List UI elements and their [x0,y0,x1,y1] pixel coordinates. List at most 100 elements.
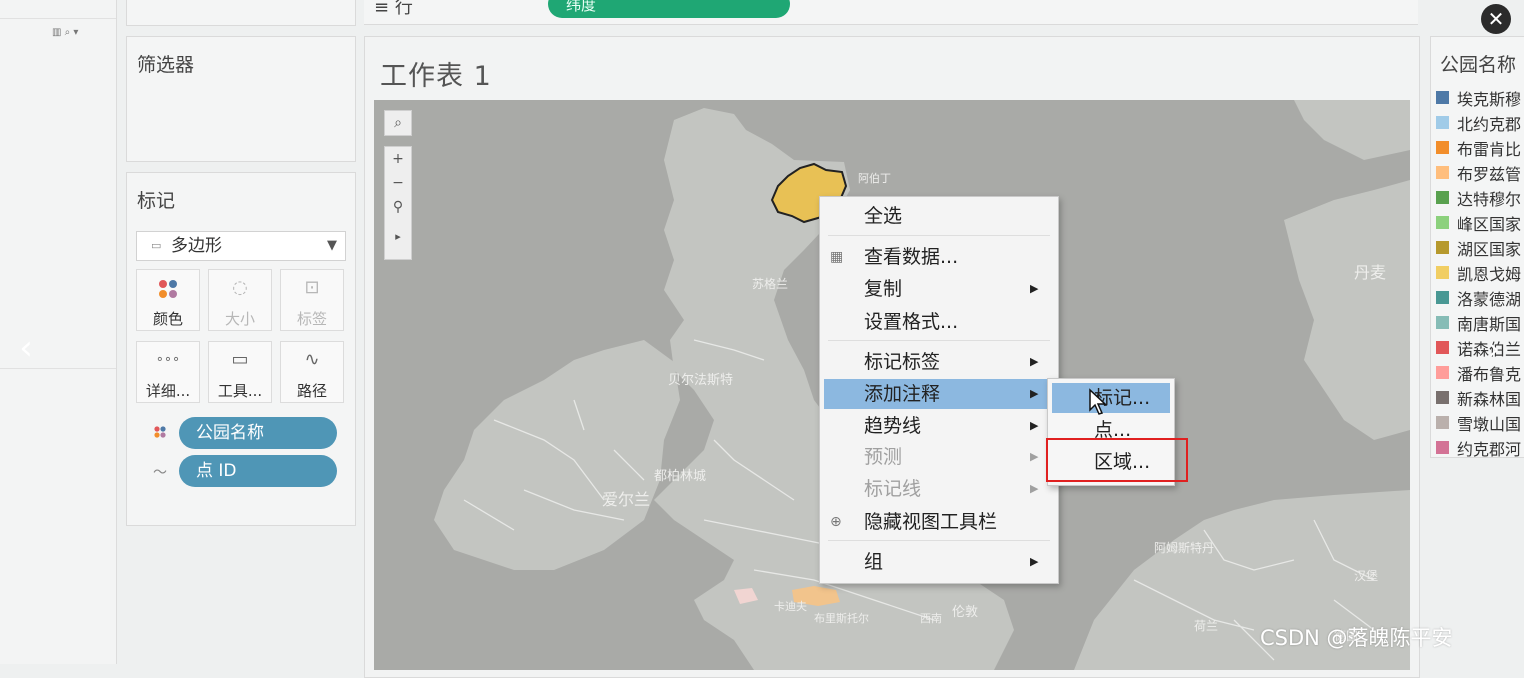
color-button[interactable]: 颜色 [136,269,200,331]
map-label-bristol: 布里斯托尔 [814,611,869,625]
menu-item-label: 全选 [864,205,903,227]
point-id-pill-label: 点 ID [196,461,237,481]
divider [0,368,116,369]
next-slide-icon[interactable]: › [1480,330,1508,370]
context-menu: 全选 ▦ 查看数据... 复制 ▶ 设置格式... 标记标签 ▶ 添加注释 ▶ 趋势线 ▶… [819,196,1059,584]
submenu-arrow-icon: ▶ [1030,355,1039,368]
legend-item-label: 峰区国家 [1457,215,1522,234]
map-label-netherlands: 荷兰 [1194,619,1218,633]
color-dots-icon [137,278,199,305]
norway-landmass [1294,100,1410,160]
submenu-arrow-icon: ▶ [1030,282,1039,295]
legend-item-label: 北约克郡 [1457,115,1522,134]
pages-shelf [126,0,356,26]
menu-item-trend-lines[interactable]: 趋势线 ▶ [820,411,1058,441]
menu-item-view-data[interactable]: ▦ 查看数据... [820,242,1058,272]
menu-item-mark-labels[interactable]: 标记标签 ▶ [820,347,1058,377]
menu-item-group[interactable]: 组 ▶ [820,547,1058,577]
legend-swatch [1436,216,1449,229]
mouse-cursor-icon [1088,388,1108,420]
legend-swatch [1436,91,1449,104]
menu-item-reference-line: 标记线 ▶ [820,474,1058,504]
park-name-pill-label: 公园名称 [196,423,264,443]
expand-toolbar-icon[interactable]: ▸ [385,219,411,255]
filters-card[interactable]: 筛选器 [126,36,356,162]
menu-item-copy[interactable]: 复制 ▶ [820,274,1058,304]
legend-swatch [1436,341,1449,354]
legend-item-label: 湖区国家 [1457,240,1522,259]
highlight-box [1046,438,1188,482]
menu-item-label: 隐藏视图工具栏 [864,511,998,533]
filters-title: 筛选器 [137,54,195,76]
latitude-pill[interactable]: 纬度 [548,0,790,18]
pin-icon[interactable]: ⚲ [385,195,411,219]
tooltip-icon: ▭ [231,349,249,370]
menu-item-label: 标记标签 [864,351,941,373]
menu-item-label: 复制 [864,278,903,300]
path-icon: ∿ [304,349,320,370]
mark-type-dropdown[interactable]: ▭ 多边形 ▼ [136,231,346,261]
rows-icon: ≡ [374,0,390,18]
annotate-mark-item[interactable]: 标记... [1052,383,1170,413]
menu-item-forecast: 预测 ▶ [820,442,1058,472]
legend-item-label: 埃克斯穆 [1457,90,1522,109]
legend-swatch [1436,241,1449,254]
legend-swatch [1436,166,1449,179]
submenu-arrow-icon: ▶ [1030,387,1039,400]
menu-separator [828,540,1050,541]
menu-item-label: 添加注释 [864,383,941,405]
path-button[interactable]: ∿ 路径 [280,341,344,403]
detail-button-label: 详细... [145,382,191,400]
legend-item-label: 布雷肯比 [1457,140,1522,159]
legend-swatch [1436,316,1449,329]
data-tools-icon[interactable]: ▥ ⌕ [52,27,70,38]
tooltip-button-label: 工具... [217,382,263,400]
legend-swatch [1436,416,1449,429]
menu-item-annotate[interactable]: 添加注释 ▶ [824,379,1054,409]
map-label-ireland: 爱尔兰 [602,490,650,509]
size-button[interactable]: ◌ 大小 [208,269,272,331]
menu-item-label: 查看数据... [864,246,959,268]
tooltip-button[interactable]: ▭ 工具... [208,341,272,403]
menu-item-hide-toolbar[interactable]: ⊕ 隐藏视图工具栏 [820,507,1058,537]
legend-swatch [1436,191,1449,204]
chevron-down-icon[interactable]: ▾ [73,27,78,38]
submenu-arrow-icon: ▶ [1030,482,1039,495]
label-button[interactable]: ⊡ 标签 [280,269,344,331]
map-label-amsterdam: 阿姆斯特丹 [1154,540,1214,555]
zoom-icon: ⊕ [830,514,842,530]
view-data-icon: ▦ [830,249,844,265]
prev-slide-icon[interactable]: ‹ [12,328,40,368]
detail-button[interactable]: ∘∘∘ 详细... [136,341,200,403]
zoom-out-icon[interactable]: − [385,171,411,195]
park-name-pill[interactable]: 公园名称 [179,417,337,449]
map-search-icon[interactable]: ⌕ [384,110,412,136]
point-id-pill[interactable]: 点 ID [179,455,337,487]
map-label-cardiff: 卡迪夫 [774,600,807,613]
rows-shelf[interactable] [364,0,1418,25]
path-icon: 〜 [153,465,167,481]
map-label-hamburg: 汉堡 [1354,568,1378,583]
mark-type-value: 多边形 [171,236,222,256]
ireland-landmass [434,340,680,570]
color-dots-icon [153,425,167,443]
legend-item-label: 新森林国 [1457,390,1522,409]
menu-item-label: 设置格式... [864,311,959,333]
watermark: CSDN @落魄陈平安 [1260,626,1453,650]
submenu-arrow-icon: ▶ [1030,450,1039,463]
divider [0,18,116,19]
submenu-arrow-icon: ▶ [1030,419,1039,432]
map-label-scotland: 苏格兰 [752,276,788,291]
menu-item-select-all[interactable]: 全选 [820,201,1058,231]
legend-swatch [1436,366,1449,379]
zoom-in-icon[interactable]: + [385,147,411,171]
menu-item-label: 标记线 [864,478,922,500]
chevron-down-icon[interactable]: ▼ [327,232,337,260]
rows-label-text: 行 [394,0,413,18]
detail-icon: ∘∘∘ [155,352,181,367]
menu-separator [828,235,1050,236]
close-icon[interactable]: ✕ [1481,4,1511,34]
marks-card: 标记 ▭ 多边形 ▼ 颜色 ◌ 大小 ⊡ 标签 ∘∘∘ 详细... ▭ 工具..… [126,172,356,526]
data-pane-tools[interactable]: ▥ ⌕ ▾ [52,27,78,38]
menu-item-format[interactable]: 设置格式... [820,307,1058,337]
